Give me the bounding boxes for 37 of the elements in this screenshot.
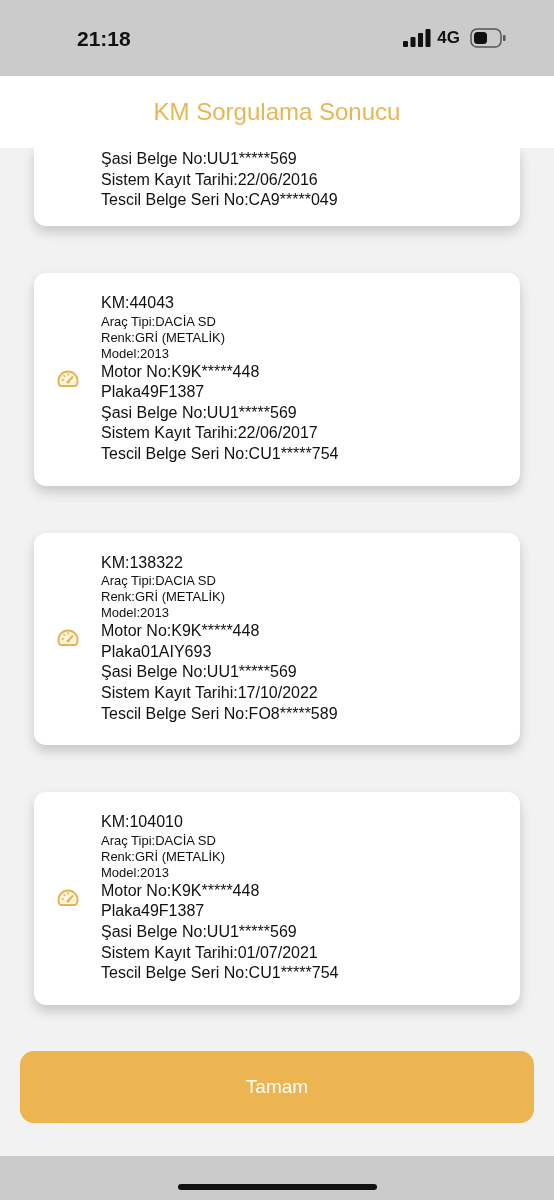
detail-text: Şasi Belge No:UU1*****569 (101, 921, 298, 942)
detail-text: Tescil Belge Seri No:CU1*****754 (101, 963, 339, 984)
detail-text: Tescil Belge Seri No:CA9*****049 (101, 190, 338, 211)
detail-text: Renk:GRİ (METALİK) (101, 329, 226, 346)
home-indicator[interactable] (178, 1184, 377, 1190)
detail-text: Motor No:K9K*****448 (101, 880, 261, 901)
detail-text: Plaka49F1387 (101, 901, 206, 922)
detail-text: Plaka01AIY693 (101, 641, 213, 662)
detail-text: Plaka49F1387 (101, 382, 206, 403)
signal-icon (403, 29, 432, 47)
detail-text: KM:138322 (101, 552, 184, 573)
detail-text: Sistem Kayıt Tarihi:17/10/2022 (101, 682, 319, 703)
detail-text: Sistem Kayıt Tarihi:22/06/2016 (101, 169, 319, 190)
detail-text: Model:2013 (101, 864, 170, 881)
detail-text: Şasi Belge No:UU1*****569 (101, 149, 298, 170)
detail-text: Tescil Belge Seri No:CU1*****754 (101, 443, 339, 464)
detail-text: Araç Tipi:DACİA SD (101, 832, 217, 849)
detail-text: Motor No:K9K*****448 (101, 361, 261, 382)
detail-text: Renk:GRİ (METALİK) (101, 589, 226, 606)
status-time: 21:18 (77, 27, 131, 51)
detail-text: KM:44043 (101, 293, 175, 313)
detail-text: Motor No:K9K*****448 (101, 621, 261, 642)
battery-icon (470, 28, 506, 48)
detail-text: Şasi Belge No:UU1*****569 (101, 662, 298, 683)
detail-text: Model:2013 (101, 345, 170, 362)
ok-button[interactable]: Tamam (20, 1050, 534, 1123)
detail-text: Şasi Belge No:UU1*****569 (101, 402, 298, 423)
detail-text: Sistem Kayıt Tarihi:22/06/2017 (101, 423, 319, 444)
detail-text: Araç Tipi:DACIA SD (101, 573, 217, 590)
network-label: 4G (437, 28, 460, 48)
screen-title: KM Sorgulama Sonucu (153, 98, 401, 126)
detail-text: Renk:GRİ (METALİK) (101, 848, 226, 865)
detail-text: Tescil Belge Seri No:FO8*****589 (101, 703, 338, 724)
detail-text: Araç Tipi:DACİA SD (101, 313, 217, 330)
detail-text: Model:2013 (101, 605, 170, 622)
detail-text: KM:104010 (101, 812, 184, 833)
detail-text: Sistem Kayıt Tarihi:01/07/2021 (101, 942, 319, 963)
